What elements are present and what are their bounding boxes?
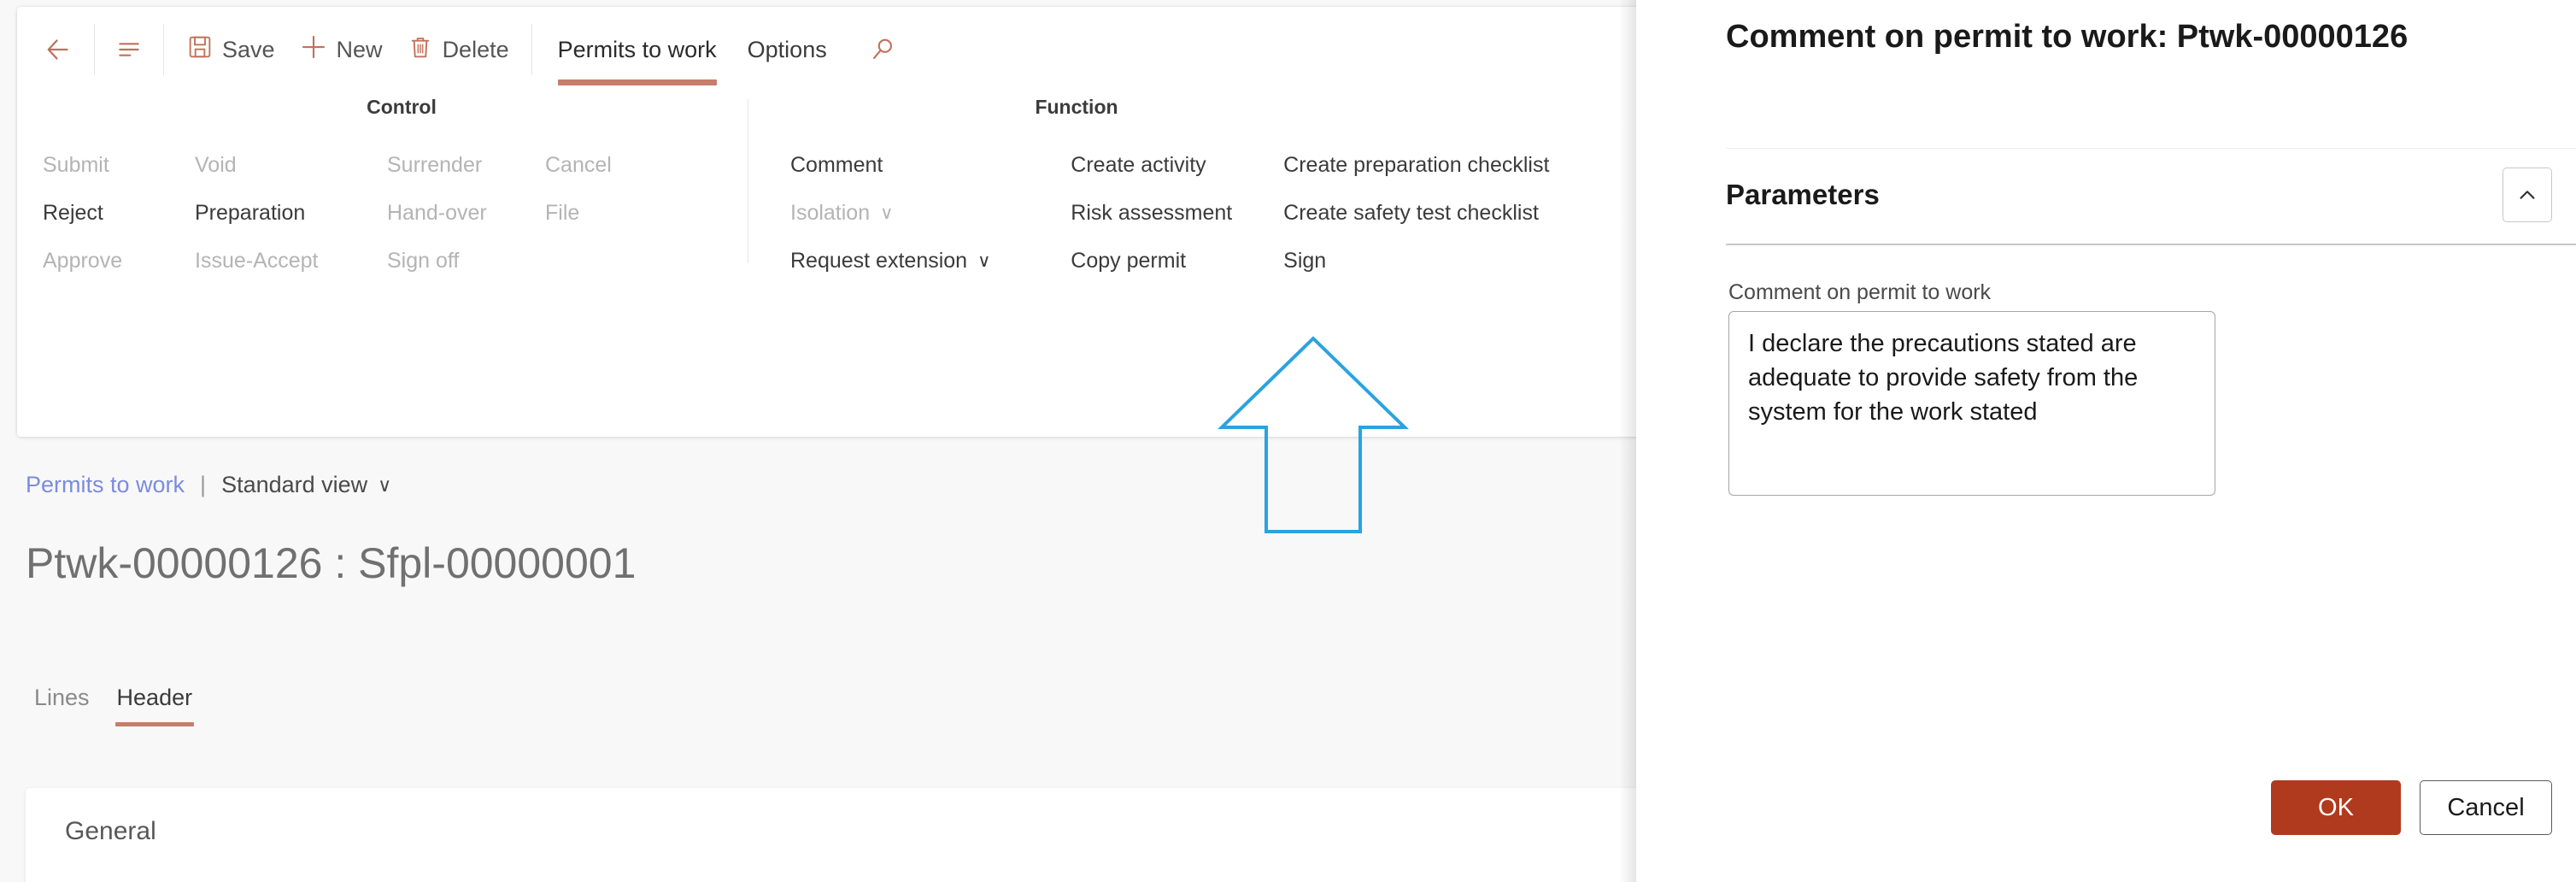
function-column-3: Create preparation checklist Create safe… [1283,141,1611,285]
view-selector-label: Standard view [221,472,368,497]
breadcrumb-separator: | [200,472,207,497]
parameters-section-header: Parameters [1726,159,2552,231]
ribbon-item-sign-off[interactable]: Sign off [387,237,545,285]
ribbon-item-isolation[interactable]: Isolation ∨ [790,189,1071,237]
function-column-2: Create activity Risk assessment Copy per… [1071,141,1283,285]
cancel-button[interactable]: Cancel [2420,780,2552,835]
control-column-1: Submit Reject Approve [43,141,195,285]
ribbon-group-function: Function Comment Isolation ∨ Request ext… [790,96,1611,285]
tab-options-label: Options [747,36,827,62]
comment-textarea[interactable] [1728,311,2215,496]
ribbon-group-control: Control Submit Reject Approve Void Prepa… [43,96,760,285]
command-bar-divider-1 [94,24,95,75]
page-tab-lines[interactable]: Lines [26,679,98,726]
dialog-title: Comment on permit to work: Ptwk-00000126 [1726,19,2409,55]
command-bar: Save New Delete Permits to work Options [17,7,1636,92]
search-magnifier-icon[interactable] [858,28,907,71]
page-tab-lines-label: Lines [34,685,90,710]
chevron-down-icon: ∨ [378,473,392,496]
ribbon-item-reject[interactable]: Reject [43,189,195,237]
comment-field-label: Comment on permit to work [1728,280,1992,304]
ribbon-item-create-activity[interactable]: Create activity [1071,141,1283,189]
parameters-collapse-button[interactable] [2503,168,2552,222]
trash-icon [407,33,434,67]
command-bar-divider-2 [163,24,164,75]
ribbon-item-submit[interactable]: Submit [43,141,195,189]
ribbon-item-request-extension-label: Request extension [790,248,968,273]
tab-options[interactable]: Options [732,32,842,68]
dialog-title-divider [1726,148,2576,149]
breadcrumb: Permits to work | Standard view ∨ [26,472,391,498]
function-column-1: Comment Isolation ∨ Request extension ∨ [790,141,1071,285]
ribbon-item-approve[interactable]: Approve [43,237,195,285]
ribbon-card: Save New Delete Permits to work Options … [17,7,1636,437]
main-app-area: Save New Delete Permits to work Options … [0,0,1636,882]
page-tab-active-indicator [114,722,195,726]
chevron-up-icon [2520,191,2535,199]
delete-button[interactable]: Delete [395,28,521,72]
page-tab-header[interactable]: Header [109,679,202,726]
control-column-2: Void Preparation Issue-Accept [195,141,387,285]
save-disk-icon [186,33,214,67]
ribbon-item-copy-permit[interactable]: Copy permit [1071,237,1283,285]
page-tabs: Lines Header [26,679,201,726]
tab-permits-to-work-label: Permits to work [557,36,717,62]
hamburger-menu-icon[interactable] [105,29,153,70]
save-button[interactable]: Save [174,28,287,72]
tab-active-indicator [557,79,717,85]
ribbon-item-sign[interactable]: Sign [1283,237,1611,285]
ribbon-item-comment[interactable]: Comment [790,141,1071,189]
page-title: Ptwk-00000126 : Sfpl-00000001 [26,539,637,587]
ribbon-group-function-title: Function [1035,96,1118,118]
ribbon-item-hand-over[interactable]: Hand-over [387,189,545,237]
page-tab-header-label: Header [116,685,193,710]
plus-icon [299,32,328,68]
ribbon-item-issue-accept[interactable]: Issue-Accept [195,237,387,285]
ribbon-item-request-extension[interactable]: Request extension ∨ [790,237,1071,285]
general-section-title: General [65,817,156,845]
ribbon-item-comment-label: Comment [790,152,883,177]
ribbon-item-create-preparation-checklist[interactable]: Create preparation checklist [1283,141,1611,189]
parameters-label: Parameters [1726,179,1880,210]
ribbon-item-isolation-label: Isolation [790,200,871,225]
control-column-4: Cancel File [545,141,665,285]
control-column-3: Surrender Hand-over Sign off [387,141,545,285]
general-section-card: General [26,788,1636,882]
ribbon-item-cancel[interactable]: Cancel [545,141,665,189]
screen-root: Save New Delete Permits to work Options … [0,0,2576,882]
ribbon-group-control-title: Control [367,96,437,118]
chevron-down-icon: ∨ [977,250,991,271]
ribbon-item-file[interactable]: File [545,189,665,237]
ribbon-item-risk-assessment[interactable]: Risk assessment [1071,189,1283,237]
parameters-section-divider [1726,244,2576,245]
ribbon-item-create-safety-test-checklist[interactable]: Create safety test checklist [1283,189,1611,237]
chevron-down-icon: ∨ [880,203,894,223]
delete-label: Delete [442,36,509,62]
dialog-actions: OK Cancel [2271,780,2552,835]
ok-button[interactable]: OK [2271,780,2401,835]
comment-dialog-panel: Comment on permit to work: Ptwk-00000126… [1636,0,2576,882]
ribbon-item-preparation[interactable]: Preparation [195,189,387,237]
ribbon-item-surrender[interactable]: Surrender [387,141,545,189]
ribbon-item-control-empty [545,237,665,285]
breadcrumb-link-permits-to-work[interactable]: Permits to work [26,472,185,498]
save-label: Save [222,36,275,62]
new-label: New [336,36,383,62]
ribbon-body: Control Submit Reject Approve Void Prepa… [17,96,1636,437]
tab-permits-to-work[interactable]: Permits to work [543,32,732,85]
back-arrow-icon[interactable] [32,27,84,72]
command-bar-divider-3 [531,24,532,75]
new-button[interactable]: New [287,27,395,73]
ribbon-item-void[interactable]: Void [195,141,387,189]
view-selector[interactable]: Standard view ∨ [221,472,391,498]
